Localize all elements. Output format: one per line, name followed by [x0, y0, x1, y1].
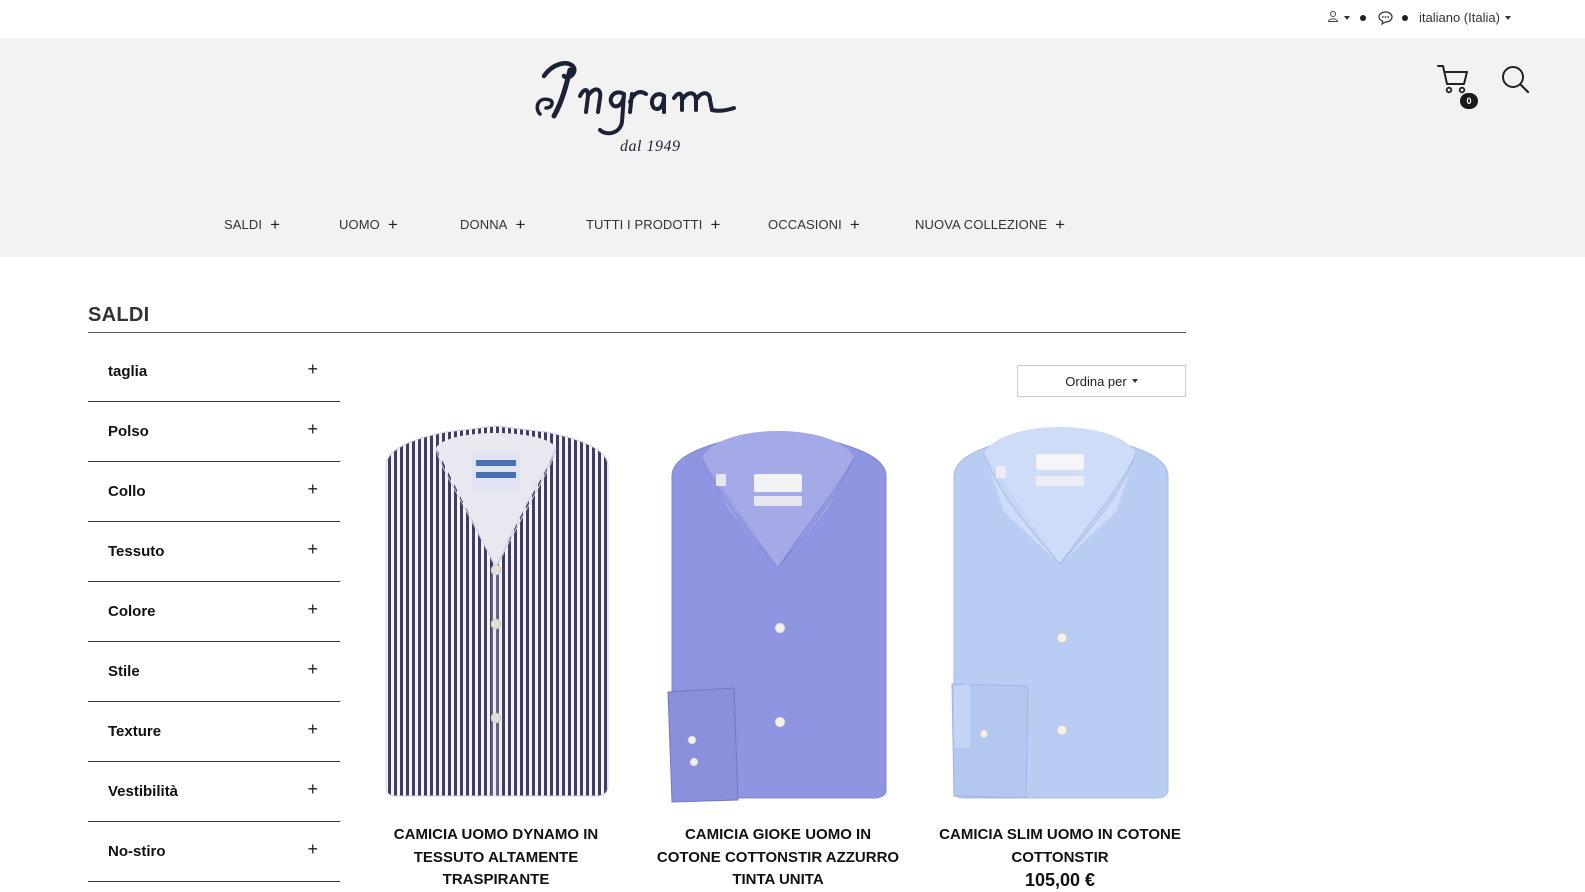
product-image[interactable] [376, 418, 616, 808]
filter-stile[interactable]: Stile + [88, 642, 340, 702]
separator-dot [1360, 15, 1366, 21]
filter-vestibilita[interactable]: Vestibilità + [88, 762, 340, 822]
nav-item-label: DONNA [460, 217, 508, 232]
filter-collo[interactable]: Collo + [88, 462, 340, 522]
cart-count-badge: 0 [1460, 93, 1478, 109]
filter-polso[interactable]: Polso + [88, 402, 340, 462]
plus-icon[interactable]: + [307, 419, 318, 440]
filter-label: No-stiro [108, 843, 166, 860]
plus-icon: + [710, 215, 721, 234]
filter-sidebar: taglia + Polso + Collo + Tessuto + Color… [88, 342, 340, 882]
plus-icon: + [849, 215, 860, 234]
nav-item-donna[interactable]: DONNA + [460, 216, 525, 233]
plus-icon[interactable]: + [307, 479, 318, 500]
product-image[interactable] [940, 418, 1180, 808]
product-name[interactable]: CAMICIA SLIM UOMO IN COTONE COTTONSTIR [934, 824, 1186, 869]
filter-label: Collo [108, 483, 146, 500]
plus-icon: + [387, 215, 398, 234]
nav-item-label: SALDI [224, 217, 263, 232]
plus-icon[interactable]: + [307, 839, 318, 860]
plus-icon[interactable]: + [307, 719, 318, 740]
sort-dropdown[interactable]: Ordina per [1017, 365, 1186, 397]
filter-texture[interactable]: Texture + [88, 702, 340, 762]
plus-icon[interactable]: + [307, 359, 318, 380]
filter-label: taglia [108, 363, 148, 380]
product-card[interactable]: CAMICIA UOMO DYNAMO IN TESSUTO ALTAMENTE… [376, 418, 616, 888]
nav-item-uomo[interactable]: UOMO + [339, 216, 398, 233]
nav-item-label: TUTTI I PRODOTTI [586, 217, 703, 232]
logo-subtitle: dal 1949 [620, 138, 681, 155]
chevron-down-icon [1504, 15, 1511, 20]
nav-item-nuova-collezione[interactable]: NUOVA COLLEZIONE + [915, 216, 1065, 233]
account-menu[interactable] [1327, 10, 1350, 25]
product-price: 105,00 € [1024, 870, 1096, 890]
user-icon [1327, 10, 1339, 25]
filter-label: Tessuto [108, 543, 165, 560]
nav-item-saldi[interactable]: SALDI + [224, 216, 280, 233]
nav-item-occasioni[interactable]: OCCASIONI + [768, 216, 860, 233]
nav-item-label: UOMO [339, 217, 380, 232]
product-name[interactable]: CAMICIA GIOKE UOMO IN COTONE COTTONSTIR … [652, 824, 904, 892]
filter-label: Colore [108, 603, 156, 620]
main-navigation: SALDI + UOMO + DONNA + TUTTI I PRODOTTI … [0, 216, 1585, 240]
filter-colore[interactable]: Colore + [88, 582, 340, 642]
divider [88, 332, 1186, 333]
chevron-down-icon [1131, 379, 1138, 383]
filter-taglia[interactable]: taglia + [88, 342, 340, 402]
cart-icon[interactable] [1436, 62, 1472, 96]
top-utility-bar: italiano (Italia) [0, 0, 1585, 38]
language-selector[interactable]: italiano (Italia) [1419, 10, 1511, 25]
filter-label: Texture [108, 723, 162, 740]
product-image[interactable] [658, 418, 898, 808]
plus-icon[interactable]: + [307, 659, 318, 680]
plus-icon[interactable]: + [307, 779, 318, 800]
page-title: SALDI [88, 304, 150, 326]
site-header: dal 1949 0 SALDI + UOMO + DONNA + TUTTI … [0, 38, 1585, 257]
plus-icon: + [515, 215, 526, 234]
plus-icon: + [1055, 215, 1066, 234]
nav-item-tutti-i-prodotti[interactable]: TUTTI I PRODOTTI + [586, 216, 720, 233]
nav-item-label: NUOVA COLLEZIONE [915, 217, 1048, 232]
language-label: italiano (Italia) [1419, 10, 1500, 25]
filter-tessuto[interactable]: Tessuto + [88, 522, 340, 582]
nav-item-label: OCCASIONI [768, 217, 842, 232]
sort-label: Ordina per [1065, 373, 1127, 389]
filter-label: Stile [108, 663, 140, 680]
product-name[interactable]: CAMICIA UOMO DYNAMO IN TESSUTO ALTAMENTE… [370, 824, 622, 892]
plus-icon[interactable]: + [307, 599, 318, 620]
product-card[interactable]: CAMICIA GIOKE UOMO IN COTONE COTTONSTIR … [657, 418, 899, 888]
chat-bubble-icon[interactable] [1378, 11, 1393, 30]
filter-label: Polso [108, 423, 149, 440]
search-icon[interactable] [1500, 64, 1532, 96]
chevron-down-icon [1344, 15, 1350, 20]
plus-icon: + [270, 215, 281, 234]
filter-no-stiro[interactable]: No-stiro + [88, 822, 340, 882]
plus-icon[interactable]: + [307, 539, 318, 560]
product-card[interactable]: CAMICIA SLIM UOMO IN COTONE COTTONSTIR 1… [939, 418, 1181, 890]
filter-label: Vestibilità [108, 783, 179, 800]
separator-dot [1402, 15, 1408, 21]
